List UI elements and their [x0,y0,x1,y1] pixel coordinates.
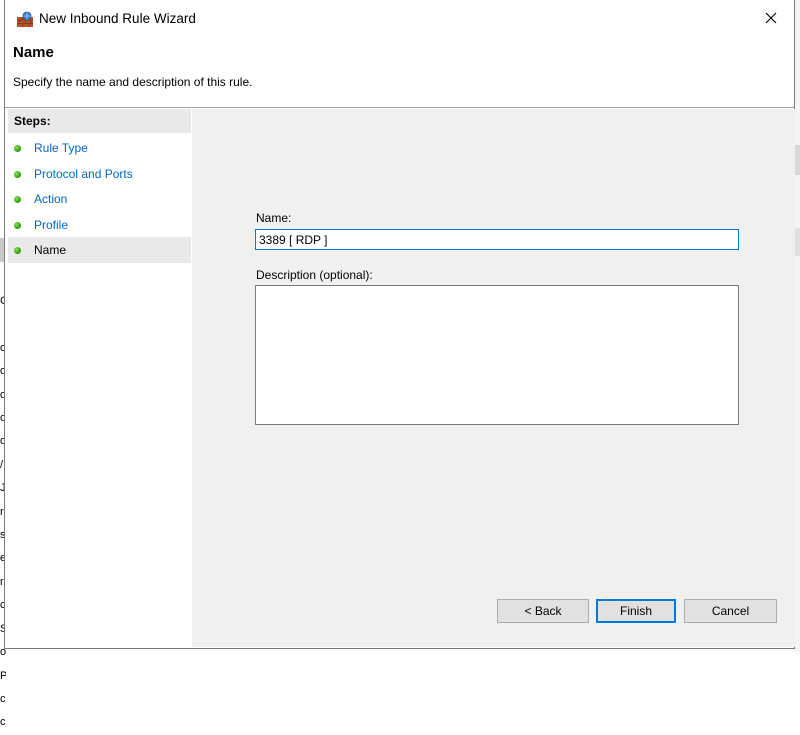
page-title: Name [13,44,54,61]
content-panel: Name: Description (optional): < Back Fin… [192,109,795,647]
step-rule-type[interactable]: Rule Type [8,135,191,161]
step-complete-icon [14,222,21,229]
background-letter: P [0,669,6,682]
step-label: Name [34,243,67,257]
step-label: Profile [34,218,69,232]
step-action[interactable]: Action [8,186,191,212]
back-button[interactable]: < Back [497,599,589,623]
step-complete-icon [14,171,21,178]
description-textarea[interactable] [255,285,739,425]
description-field-label: Description (optional): [256,268,373,282]
name-field-label: Name: [256,211,292,225]
close-icon [765,12,777,27]
step-label: Protocol and Ports [34,167,133,181]
wizard-header: Name Specify the name and description of… [5,39,794,107]
finish-button[interactable]: Finish [596,599,676,623]
step-name: Name [8,237,191,263]
firewall-icon [16,11,34,27]
title-bar[interactable]: New Inbound Rule Wizard [5,0,794,39]
step-complete-icon [14,196,21,203]
step-label: Action [34,192,68,206]
cancel-button[interactable]: Cancel [684,599,777,623]
wizard-window: New Inbound Rule Wizard Name Specify the… [4,0,795,649]
step-label: Rule Type [34,141,88,155]
window-title: New Inbound Rule Wizard [39,11,196,26]
name-input[interactable] [255,229,739,250]
background-letter: c [0,692,6,705]
page-subtitle: Specify the name and description of this… [13,75,253,89]
step-current-icon [14,247,21,254]
step-protocol-and-ports[interactable]: Protocol and Ports [8,161,191,187]
steps-panel: Steps: Rule Type Protocol and Ports Acti… [8,109,191,647]
step-complete-icon [14,145,21,152]
background-letter: c [0,716,6,729]
header-divider [5,107,794,108]
close-button[interactable] [748,0,794,38]
step-profile[interactable]: Profile [8,212,191,238]
steps-heading: Steps: [8,109,191,133]
